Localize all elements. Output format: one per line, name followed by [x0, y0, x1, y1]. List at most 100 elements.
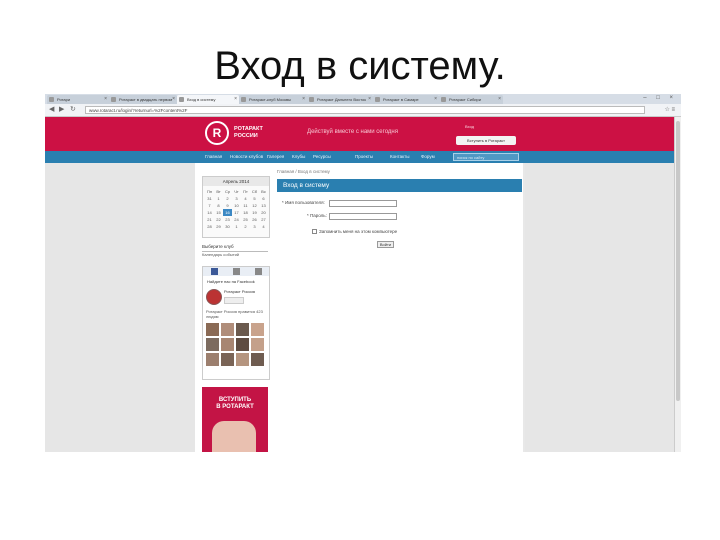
- fan-avatar[interactable]: [236, 353, 249, 366]
- calendar-day[interactable]: 5: [250, 195, 259, 202]
- favicon-icon: [375, 97, 380, 102]
- vk-icon[interactable]: [233, 268, 240, 275]
- calendar-day[interactable]: 18: [241, 209, 250, 216]
- browser-tab[interactable]: Ротаракт Сибири ×: [439, 95, 503, 104]
- browser-tab[interactable]: Ротари ×: [47, 95, 109, 104]
- password-input[interactable]: [329, 213, 397, 220]
- calendar-day[interactable]: 6: [259, 195, 268, 202]
- fan-avatar[interactable]: [221, 323, 234, 336]
- close-tab-icon[interactable]: ×: [172, 95, 175, 104]
- fan-avatar[interactable]: [206, 323, 219, 336]
- calendar-day[interactable]: 3: [250, 223, 259, 230]
- like-button[interactable]: [224, 297, 244, 304]
- calendar-day[interactable]: 21: [205, 216, 214, 223]
- calendar-day[interactable]: 12: [250, 202, 259, 209]
- scrollbar[interactable]: [674, 117, 681, 452]
- close-tab-icon[interactable]: ×: [498, 95, 501, 104]
- username-label: * Имя пользователя:: [282, 200, 325, 205]
- calendar-day[interactable]: 16: [223, 209, 232, 216]
- calendar-day[interactable]: 7: [205, 202, 214, 209]
- calendar-day[interactable]: 27: [259, 216, 268, 223]
- close-tab-icon[interactable]: ×: [368, 95, 371, 104]
- username-input[interactable]: [329, 200, 397, 207]
- calendar-day[interactable]: 13: [259, 202, 268, 209]
- browser-tab[interactable]: Ротаракт-клуб Москвы ×: [239, 95, 307, 104]
- close-tab-icon[interactable]: ×: [302, 95, 305, 104]
- facebook-page-name[interactable]: Ротаракт Россия: [224, 289, 255, 294]
- calendar-day[interactable]: 29: [214, 223, 223, 230]
- browser-tab[interactable]: Ротаракт Дальнего Восток ×: [307, 95, 373, 104]
- club-select[interactable]: Выберите клуб: [202, 244, 268, 252]
- calendar-day[interactable]: 1: [232, 223, 241, 230]
- page-avatar: [206, 289, 222, 305]
- twitter-icon[interactable]: [255, 268, 262, 275]
- browser-tab-active[interactable]: Вход в систему ×: [177, 95, 239, 104]
- menu-icon[interactable]: ☆ ≡: [664, 106, 675, 113]
- nav-item[interactable]: Галерея: [267, 154, 284, 159]
- close-tab-icon[interactable]: ×: [104, 95, 107, 104]
- scrollbar-thumb[interactable]: [676, 121, 680, 401]
- login-button[interactable]: Войти: [377, 241, 394, 248]
- breadcrumb[interactable]: Главная / Вход в систему: [277, 169, 330, 174]
- nav-item[interactable]: Главная: [205, 154, 222, 159]
- calendar-link[interactable]: Календарь событий: [202, 252, 239, 257]
- nav-item[interactable]: Форум: [421, 154, 435, 159]
- calendar-day[interactable]: 17: [232, 209, 241, 216]
- forward-icon[interactable]: ▶: [59, 106, 64, 114]
- window-controls[interactable]: – □ ×: [643, 95, 677, 101]
- calendar-day[interactable]: 2: [241, 223, 250, 230]
- calendar-day[interactable]: 30: [223, 223, 232, 230]
- calendar-day[interactable]: 23: [223, 216, 232, 223]
- nav-item[interactable]: Клубы: [292, 154, 305, 159]
- calendar-day[interactable]: 1: [214, 195, 223, 202]
- calendar-day[interactable]: 19: [250, 209, 259, 216]
- fan-avatar[interactable]: [251, 353, 264, 366]
- browser-tab[interactable]: Ротаракт в Самаре ×: [373, 95, 439, 104]
- calendar-day[interactable]: 26: [250, 216, 259, 223]
- browser-screenshot: Ротари × Ротаракт в двадцать первом × Вход…: [45, 94, 681, 452]
- calendar-day[interactable]: 2: [223, 195, 232, 202]
- reload-icon[interactable]: ↻: [70, 106, 76, 114]
- browser-tab[interactable]: Ротаракт в двадцать первом ×: [109, 95, 177, 104]
- close-tab-icon[interactable]: ×: [234, 95, 237, 104]
- nav-item[interactable]: Ресурсы: [313, 154, 331, 159]
- calendar-day[interactable]: 20: [259, 209, 268, 216]
- calendar-day[interactable]: 24: [232, 216, 241, 223]
- calendar-day[interactable]: 15: [214, 209, 223, 216]
- nav-item[interactable]: Новости клубов: [230, 154, 263, 159]
- calendar-day[interactable]: 14: [205, 209, 214, 216]
- fan-avatar[interactable]: [206, 353, 219, 366]
- calendar-day[interactable]: 11: [241, 202, 250, 209]
- fan-avatar[interactable]: [236, 338, 249, 351]
- join-banner[interactable]: ВСТУПИТЬ В РОТАРАКТ: [202, 387, 268, 452]
- close-tab-icon[interactable]: ×: [434, 95, 437, 104]
- calendar-day[interactable]: 4: [259, 223, 268, 230]
- fan-avatar[interactable]: [251, 338, 264, 351]
- calendar-day[interactable]: 8: [214, 202, 223, 209]
- back-icon[interactable]: ◀: [49, 106, 54, 114]
- calendar-month[interactable]: Апрель 2014: [203, 177, 269, 186]
- calendar-day[interactable]: 22: [214, 216, 223, 223]
- fan-avatar[interactable]: [221, 338, 234, 351]
- calendar-day[interactable]: 10: [232, 202, 241, 209]
- fan-avatar[interactable]: [236, 323, 249, 336]
- calendar-day[interactable]: 25: [241, 216, 250, 223]
- login-link[interactable]: Вход: [465, 124, 474, 129]
- url-input[interactable]: www.rotaract.ru/login/?returnurl=%2Fcont…: [85, 106, 645, 114]
- calendar-day[interactable]: 9: [223, 202, 232, 209]
- facebook-icon[interactable]: [211, 268, 218, 275]
- page-gutter-left: [45, 163, 195, 452]
- calendar-day[interactable]: 31: [205, 195, 214, 202]
- nav-item[interactable]: Контакты: [390, 154, 409, 159]
- site-search-input[interactable]: поиск по сайту: [453, 153, 519, 161]
- fan-avatar[interactable]: [251, 323, 264, 336]
- fan-avatar[interactable]: [221, 353, 234, 366]
- calendar-day[interactable]: 3: [232, 195, 241, 202]
- calendar-day[interactable]: 4: [241, 195, 250, 202]
- join-button[interactable]: Вступить в Ротаракт: [456, 136, 516, 145]
- rotaract-logo[interactable]: R: [205, 121, 229, 145]
- nav-item[interactable]: Проекты: [355, 154, 373, 159]
- calendar-day[interactable]: 28: [205, 223, 214, 230]
- fan-avatar[interactable]: [206, 338, 219, 351]
- remember-checkbox[interactable]: [312, 229, 317, 234]
